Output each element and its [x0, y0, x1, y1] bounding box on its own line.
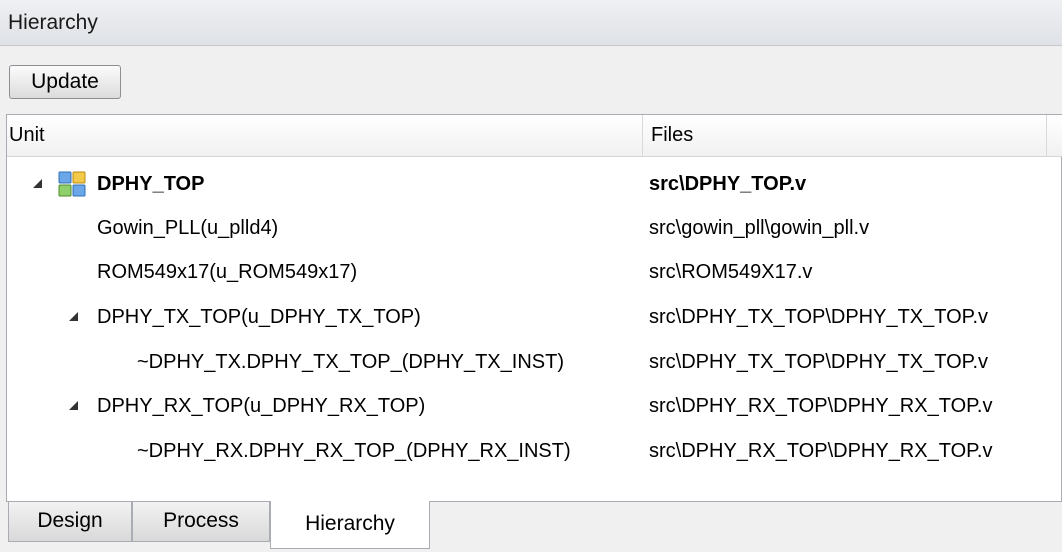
tree-row[interactable]: Gowin_PLL(u_plld4) src\gowin_pll\gowin_p…	[7, 207, 1062, 251]
toolbar: Update	[0, 46, 1062, 114]
expand-arrow-icon[interactable]	[69, 312, 78, 321]
file-path: src\gowin_pll\gowin_pll.v	[649, 217, 870, 239]
unit-name: DPHY_TX_TOP(u_DPHY_TX_TOP)	[97, 306, 421, 328]
bottom-tab-bar: Design Process Hierarchy	[0, 501, 1062, 552]
tree-row[interactable]: DPHY_RX_TOP(u_DPHY_RX_TOP) src\DPHY_RX_T…	[7, 385, 1062, 429]
file-path: src\DPHY_TX_TOP\DPHY_TX_TOP.v	[649, 351, 988, 373]
tab-design[interactable]: Design	[8, 502, 132, 542]
expand-arrow-icon[interactable]	[33, 179, 42, 188]
column-header-unit[interactable]: Unit	[7, 115, 643, 156]
tree-row[interactable]: DPHY_TOP src\DPHY_TOP.v	[7, 163, 1062, 207]
tab-hierarchy[interactable]: Hierarchy	[270, 501, 430, 549]
file-path: src\DPHY_RX_TOP\DPHY_RX_TOP.v	[649, 395, 993, 417]
unit-name: Gowin_PLL(u_plld4)	[97, 217, 279, 239]
file-path: src\ROM549X17.v	[649, 261, 813, 283]
unit-name: ROM549x17(u_ROM549x17)	[97, 261, 358, 283]
file-path: src\DPHY_TOP.v	[649, 173, 807, 195]
column-header-files[interactable]: Files	[643, 115, 1047, 156]
tree-header: Unit Files	[7, 115, 1062, 157]
panel-title-bar: Hierarchy	[0, 0, 1062, 46]
tab-process[interactable]: Process	[132, 502, 270, 542]
unit-name: DPHY_RX_TOP(u_DPHY_RX_TOP)	[97, 395, 426, 417]
tree-row[interactable]: ~DPHY_TX.DPHY_TX_TOP_(DPHY_TX_INST) src\…	[7, 341, 1062, 385]
tree-row[interactable]: DPHY_TX_TOP(u_DPHY_TX_TOP) src\DPHY_TX_T…	[7, 296, 1062, 340]
file-path: src\DPHY_RX_TOP\DPHY_RX_TOP.v	[649, 440, 993, 462]
panel-title: Hierarchy	[8, 11, 98, 34]
hierarchy-tree: Unit Files DPHY_TOP src\DPHY_TOP.v Gowin…	[6, 114, 1062, 502]
expand-arrow-icon[interactable]	[69, 401, 78, 410]
unit-name: ~DPHY_RX.DPHY_RX_TOP_(DPHY_RX_INST)	[137, 440, 571, 462]
unit-name: DPHY_TOP	[97, 173, 205, 195]
file-path: src\DPHY_TX_TOP\DPHY_TX_TOP.v	[649, 306, 988, 328]
tree-row[interactable]: ROM549x17(u_ROM549x17) src\ROM549X17.v	[7, 251, 1062, 295]
module-icon	[58, 171, 86, 197]
unit-name: ~DPHY_TX.DPHY_TX_TOP_(DPHY_TX_INST)	[137, 351, 564, 373]
tree-row[interactable]: ~DPHY_RX.DPHY_RX_TOP_(DPHY_RX_INST) src\…	[7, 430, 1062, 474]
update-button[interactable]: Update	[9, 65, 121, 99]
